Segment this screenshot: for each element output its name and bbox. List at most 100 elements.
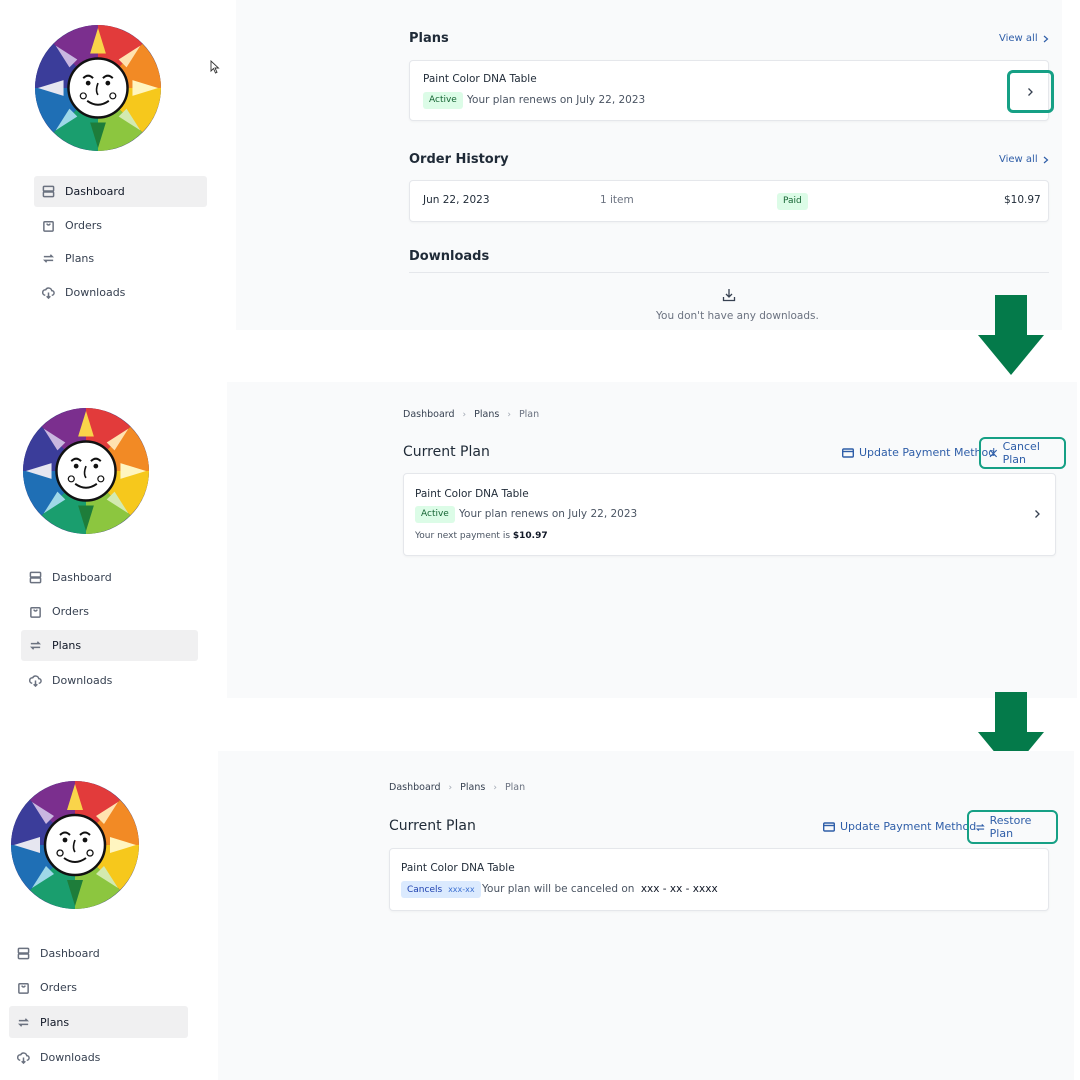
sidebar-item-orders[interactable]: Orders: [34, 210, 207, 241]
cloud-download-icon: [29, 675, 42, 687]
breadcrumb-plan: Plan: [518, 409, 540, 420]
main-panel: Dashboard › Plans › Plan Current Plan Up…: [218, 751, 1074, 1080]
plan-renew-text: Your plan renews on July 22, 2023: [459, 508, 638, 520]
status-badge: Cancels xxx-xx: [401, 881, 481, 898]
order-date: Jun 22, 2023: [423, 194, 490, 206]
status-date: xxx-xx: [448, 885, 475, 894]
breadcrumb-dashboard[interactable]: Dashboard: [389, 782, 441, 793]
sidebar-item-label: Orders: [52, 605, 89, 618]
download-icon: [722, 289, 736, 302]
sidebar-item-label: Downloads: [40, 1050, 101, 1064]
breadcrumb-separator-icon: ›: [493, 782, 497, 793]
plan-open-button[interactable]: [1007, 70, 1054, 113]
server-icon: [42, 185, 55, 198]
cloud-download-icon: [42, 287, 55, 299]
sidebar-item-label: Dashboard: [65, 185, 125, 198]
status-badge: Active: [423, 92, 463, 109]
cancel-plan-label: Cancel Plan: [1002, 440, 1040, 466]
sun-logo: [10, 780, 140, 910]
order-history-title: Order History: [409, 152, 509, 167]
update-payment-button[interactable]: Update Payment Method: [823, 820, 976, 833]
server-icon: [17, 947, 30, 959]
order-status-badge: Paid: [777, 193, 808, 210]
sidebar-item-dashboard[interactable]: Dashboard: [9, 937, 188, 969]
shopping-bag-icon: [30, 607, 41, 618]
repeat-icon: [975, 823, 985, 831]
plan-name: Paint Color DNA Table: [415, 488, 529, 500]
divider: [409, 272, 1049, 273]
view-all-label: View all: [999, 154, 1038, 165]
credit-card-icon: [823, 821, 835, 832]
chevron-right-icon: [1043, 156, 1049, 163]
shopping-bag-icon: [43, 221, 54, 232]
breadcrumb-plans[interactable]: Plans: [474, 409, 499, 420]
breadcrumb-plans[interactable]: Plans: [460, 782, 485, 793]
sidebar-item-label: Orders: [65, 219, 102, 232]
view-all-label: View all: [999, 33, 1038, 44]
order-items: 1 item: [600, 194, 634, 206]
cancel-text-label: Your plan will be canceled on: [482, 883, 635, 895]
sidebar-item-dashboard[interactable]: Dashboard: [21, 562, 198, 593]
order-total: $10.97: [1004, 194, 1041, 206]
sidebar-item-plans[interactable]: Plans: [9, 1006, 188, 1038]
server-icon: [29, 571, 42, 584]
chevron-right-icon[interactable]: [1034, 509, 1041, 519]
cancel-plan-button[interactable]: Cancel Plan: [979, 437, 1066, 469]
next-payment-label: Your next payment is: [415, 531, 511, 541]
sidebar-item-orders[interactable]: Orders: [9, 971, 188, 1003]
breadcrumb-separator-icon: ›: [507, 409, 511, 420]
close-icon: [989, 449, 998, 457]
page-title: Current Plan: [389, 818, 476, 834]
update-payment-label: Update Payment Method: [840, 820, 977, 833]
arrow-down-icon: [978, 295, 1044, 375]
sidebar-item-label: Plans: [40, 1015, 70, 1029]
sidebar-item-label: Dashboard: [40, 946, 100, 960]
update-payment-label: Update Payment Method: [859, 446, 996, 459]
sidebar-item-label: Downloads: [52, 674, 113, 687]
breadcrumb: Dashboard › Plans › Plan: [389, 782, 525, 793]
breadcrumb-dashboard[interactable]: Dashboard: [403, 409, 455, 420]
plans-title: Plans: [409, 31, 449, 46]
sidebar-item-downloads[interactable]: Downloads: [34, 277, 207, 308]
downloads-empty-text: You don't have any downloads.: [656, 310, 819, 322]
plans-view-all-link[interactable]: View all: [999, 33, 1049, 44]
cancel-date: xxx - xx - xxxx: [640, 883, 718, 895]
breadcrumb: Dashboard › Plans › Plan: [403, 409, 539, 420]
sidebar-item-label: Orders: [40, 980, 77, 994]
restore-plan-button[interactable]: Restore Plan: [967, 810, 1058, 844]
plan-name: Paint Color DNA Table: [401, 862, 515, 874]
chevron-right-icon: [1028, 87, 1033, 96]
sun-logo: [34, 24, 162, 152]
status-badge: Active: [415, 506, 455, 523]
sidebar-item-label: Dashboard: [52, 571, 112, 584]
repeat-icon: [42, 254, 55, 263]
sidebar-item-downloads[interactable]: Downloads: [21, 665, 198, 696]
plan-card[interactable]: Paint Color DNA Table Active Your plan r…: [403, 473, 1056, 556]
sidebar-item-label: Plans: [65, 252, 95, 265]
main-panel: Dashboard › Plans › Plan Current Plan Up…: [227, 382, 1077, 698]
shopping-bag-icon: [18, 982, 29, 994]
cancel-text: Your plan will be canceled on xxx - xx -…: [482, 883, 718, 895]
chevron-right-icon: [1043, 35, 1049, 42]
page-title: Current Plan: [403, 444, 490, 460]
restore-plan-label: Restore Plan: [989, 814, 1032, 840]
downloads-title: Downloads: [409, 249, 490, 264]
credit-card-icon: [842, 447, 854, 458]
sidebar-item-downloads[interactable]: Downloads: [9, 1041, 188, 1073]
repeat-icon: [17, 1017, 30, 1027]
plan-card[interactable]: Paint Color DNA Table Active Your plan r…: [409, 60, 1054, 121]
next-payment-text: Your next payment is $10.97: [415, 531, 548, 541]
plan-card[interactable]: Paint Color DNA Table Cancels xxx-xx You…: [389, 848, 1049, 911]
sidebar-item-plans[interactable]: Plans: [21, 630, 198, 661]
sidebar-item-dashboard[interactable]: Dashboard: [34, 176, 207, 207]
plan-name: Paint Color DNA Table: [423, 73, 537, 85]
cloud-download-icon: [17, 1051, 30, 1064]
mouse-cursor-icon: [210, 60, 220, 74]
update-payment-button[interactable]: Update Payment Method: [842, 446, 995, 459]
table-row[interactable]: Jun 22, 2023 1 item Paid $10.97: [409, 180, 1049, 222]
sun-logo: [22, 407, 150, 535]
sidebar-item-orders[interactable]: Orders: [21, 596, 198, 627]
main-panel: Plans View all Paint Color DNA Table Act…: [236, 0, 1062, 330]
orders-view-all-link[interactable]: View all: [999, 154, 1049, 165]
sidebar-item-plans[interactable]: Plans: [34, 243, 207, 274]
